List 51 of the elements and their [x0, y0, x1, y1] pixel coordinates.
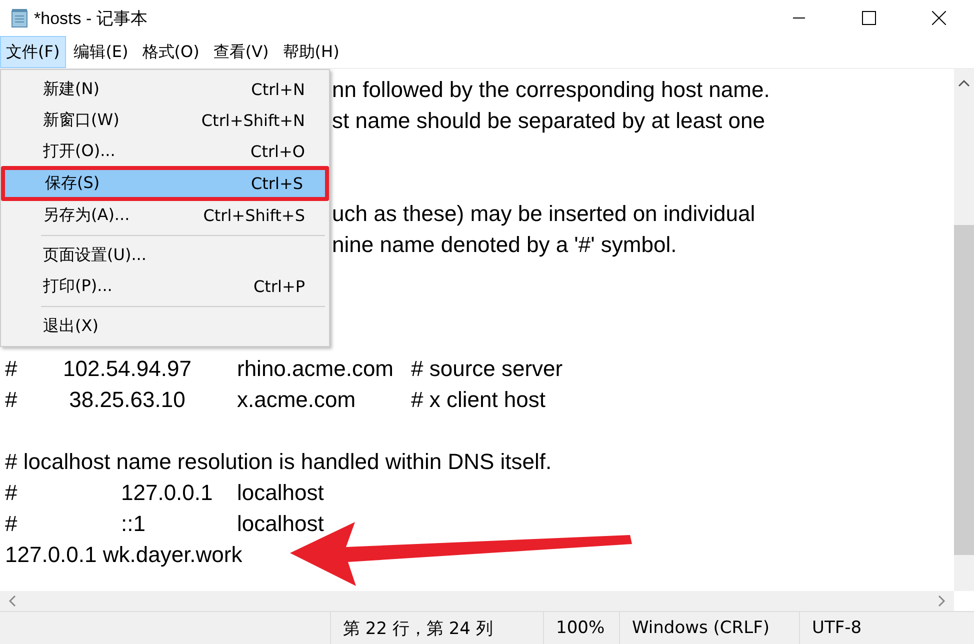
menu-bar-item[interactable]: 编辑(E) — [68, 36, 134, 68]
shortcut-label: Ctrl+P — [253, 277, 305, 296]
menu-bar-item[interactable]: 查看(V) — [207, 36, 275, 68]
menu-item[interactable]: 退出(X) — [3, 311, 327, 342]
text-line: # 127.0.0.1 localhost — [5, 479, 325, 507]
line-ending: Windows (CRLF) — [619, 612, 799, 644]
scroll-right-icon[interactable] — [938, 595, 946, 607]
scroll-left-icon[interactable] — [8, 595, 16, 607]
menu-bar-item[interactable]: 帮助(H) — [276, 36, 346, 68]
menu-bar-item[interactable]: 格式(O) — [136, 36, 206, 68]
zoom-level: 100% — [543, 612, 619, 644]
menu-item-label: 打开(O)... — [43, 141, 116, 162]
notepad-icon — [10, 8, 30, 28]
text-line: # localhost name resolution is handled within DNS itself. — [5, 448, 553, 476]
text-line: nn followed by the corresponding host name. — [332, 77, 770, 102]
text-line: nine name denoted by a '#' symbol. — [332, 232, 677, 257]
menu-item-label: 新建(N) — [43, 79, 100, 100]
menu-item-label: 另存为(A)... — [43, 205, 130, 226]
menu-bar-item[interactable]: 文件(F) — [0, 36, 66, 68]
menu-item-label: 退出(X) — [43, 316, 98, 337]
shortcut-label: Ctrl+Shift+S — [203, 206, 305, 225]
scrollbar-thumb[interactable] — [954, 225, 974, 555]
text-line: uch as these) may be inserted on individual — [332, 201, 756, 226]
menu-item[interactable]: 打印(P)... Ctrl+P — [3, 271, 327, 302]
text-line: st name should be separated by at least one — [332, 108, 765, 133]
menu-item[interactable]: 另存为(A)... Ctrl+Shift+S — [3, 200, 327, 231]
close-icon — [932, 11, 946, 25]
encoding: UTF-8 — [799, 612, 974, 644]
scroll-up-icon[interactable] — [958, 79, 970, 87]
text-line: # 102.54.94.97 rhino.acme.com # source server — [5, 355, 564, 383]
shortcut-label: Ctrl+O — [250, 142, 305, 161]
menu-item-label: 保存(S) — [45, 173, 100, 194]
text-line: # ::1 localhost — [5, 510, 325, 538]
cursor-position: 第 22 行，第 24 列 — [330, 612, 543, 644]
window-title: *hosts - 记事本 — [34, 8, 148, 30]
menu-item-label: 页面设置(U)... — [43, 245, 146, 266]
menu-item-label: 新窗口(W) — [43, 110, 120, 131]
menu-item[interactable]: 新窗口(W) Ctrl+Shift+N — [3, 105, 327, 136]
vertical-scrollbar[interactable] — [954, 69, 974, 591]
text-line: 127.0.0.1 wk.dayer.work — [5, 541, 244, 569]
menu-item[interactable]: 打开(O)... Ctrl+O — [3, 136, 327, 167]
menu-item-label: 打印(P)... — [43, 276, 112, 297]
maximize-icon — [862, 11, 876, 25]
menu-item[interactable]: 页面设置(U)... — [3, 240, 327, 271]
shortcut-label: Ctrl+S — [250, 174, 303, 193]
text-line: # 38.25.63.10 x.acme.com # x client host — [5, 386, 547, 414]
horizontal-scrollbar[interactable] — [0, 591, 954, 611]
menu-item[interactable]: 新建(N) Ctrl+N — [3, 74, 327, 105]
menu-item[interactable]: 保存(S) Ctrl+S — [5, 170, 325, 197]
shortcut-label: Ctrl+Shift+N — [201, 111, 305, 130]
shortcut-label: Ctrl+N — [251, 80, 305, 99]
